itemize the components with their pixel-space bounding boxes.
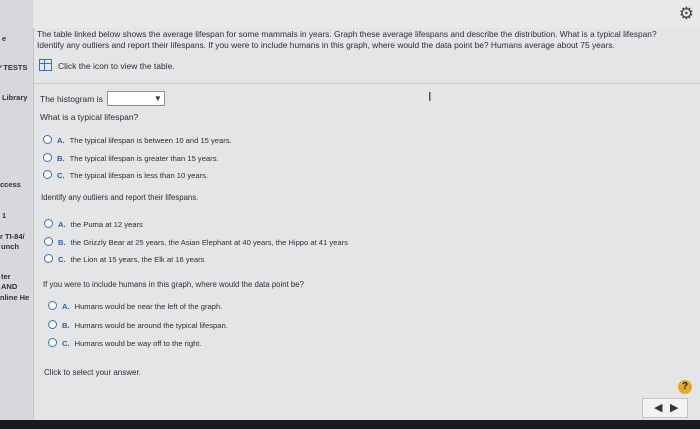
sidebar-item-center[interactable]: ter xyxy=(1,272,11,281)
sidebar-item-and[interactable]: AND xyxy=(1,282,17,291)
next-question-icon[interactable]: ▶ xyxy=(670,401,678,414)
help-icon[interactable]: ? xyxy=(678,380,692,394)
footer-bar xyxy=(0,420,700,429)
radio-button[interactable] xyxy=(43,170,52,179)
radio-button[interactable] xyxy=(43,135,52,144)
radio-button[interactable] xyxy=(48,338,57,347)
status-text: Click to select your answer. xyxy=(44,368,141,377)
sidebar-item[interactable]: 1 xyxy=(2,211,6,220)
humans-option-c[interactable]: C. Humans would be way off to the right. xyxy=(48,338,202,348)
radio-button[interactable] xyxy=(43,153,52,162)
radio-button[interactable] xyxy=(48,320,57,329)
outlier-option-a[interactable]: A. the Puma at 12 years xyxy=(44,219,143,229)
histogram-prompt: The histogram is xyxy=(40,94,103,104)
sidebar-item-tests[interactable]: ✓TESTS xyxy=(0,63,27,72)
chevron-down-icon: ▼ xyxy=(153,94,162,103)
previous-question-icon[interactable]: ◀ xyxy=(654,401,662,414)
table-link-label[interactable]: Click the icon to view the table. xyxy=(58,61,175,71)
typical-option-c[interactable]: C. The typical lifespan is less than 10 y… xyxy=(43,170,208,180)
question-panel: The table linked below shows the average… xyxy=(33,28,700,400)
sidebar-item-access[interactable]: ccess xyxy=(0,180,21,189)
outliers-prompt: Identify any outliers and report their l… xyxy=(41,193,199,202)
sidebar-item-launch[interactable]: unch xyxy=(1,242,19,251)
histogram-prompt-row: The histogram is ▼ xyxy=(40,91,165,106)
humans-prompt: If you were to include humans in this gr… xyxy=(43,280,304,289)
left-sidebar: e ✓TESTS Library ccess 1 r TI-84/ unch t… xyxy=(0,0,34,429)
divider xyxy=(33,83,700,84)
gear-icon[interactable]: ⚙ xyxy=(679,4,694,24)
typical-lifespan-prompt: What is a typical lifespan? xyxy=(40,112,139,122)
table-icon[interactable] xyxy=(39,59,52,71)
typical-option-b[interactable]: B. The typical lifespan is greater than 1… xyxy=(43,153,219,163)
question-text-line-2: Identify any outliers and report their l… xyxy=(37,40,615,50)
text-cursor-icon: I xyxy=(428,89,432,104)
question-navigation: ◀ ▶ xyxy=(642,398,688,418)
outlier-option-b[interactable]: B. the Grizzly Bear at 25 years, the Asia… xyxy=(44,237,348,247)
sidebar-item-library[interactable]: Library xyxy=(2,93,27,102)
top-bar: ⚙ xyxy=(33,0,700,28)
outlier-option-c[interactable]: C. the Lion at 15 years, the Elk at 16 ye… xyxy=(44,254,204,264)
radio-button[interactable] xyxy=(44,219,53,228)
radio-button[interactable] xyxy=(48,301,57,310)
sidebar-item-ti84[interactable]: r TI-84/ xyxy=(0,232,25,241)
typical-option-a[interactable]: A. The typical lifespan is between 10 and… xyxy=(43,135,232,145)
humans-option-a[interactable]: A. Humans would be near the left of the g… xyxy=(48,301,222,311)
sidebar-item[interactable]: e xyxy=(2,34,6,43)
humans-option-b[interactable]: B. Humans would be around the typical lif… xyxy=(48,320,228,330)
question-text-line-1: The table linked below shows the average… xyxy=(37,29,657,39)
table-link[interactable]: Click the icon to view the table. xyxy=(39,59,175,72)
histogram-shape-select[interactable]: ▼ xyxy=(106,91,165,106)
radio-button[interactable] xyxy=(44,254,53,263)
sidebar-item-online-help[interactable]: nline He xyxy=(0,293,29,302)
radio-button[interactable] xyxy=(44,237,53,246)
